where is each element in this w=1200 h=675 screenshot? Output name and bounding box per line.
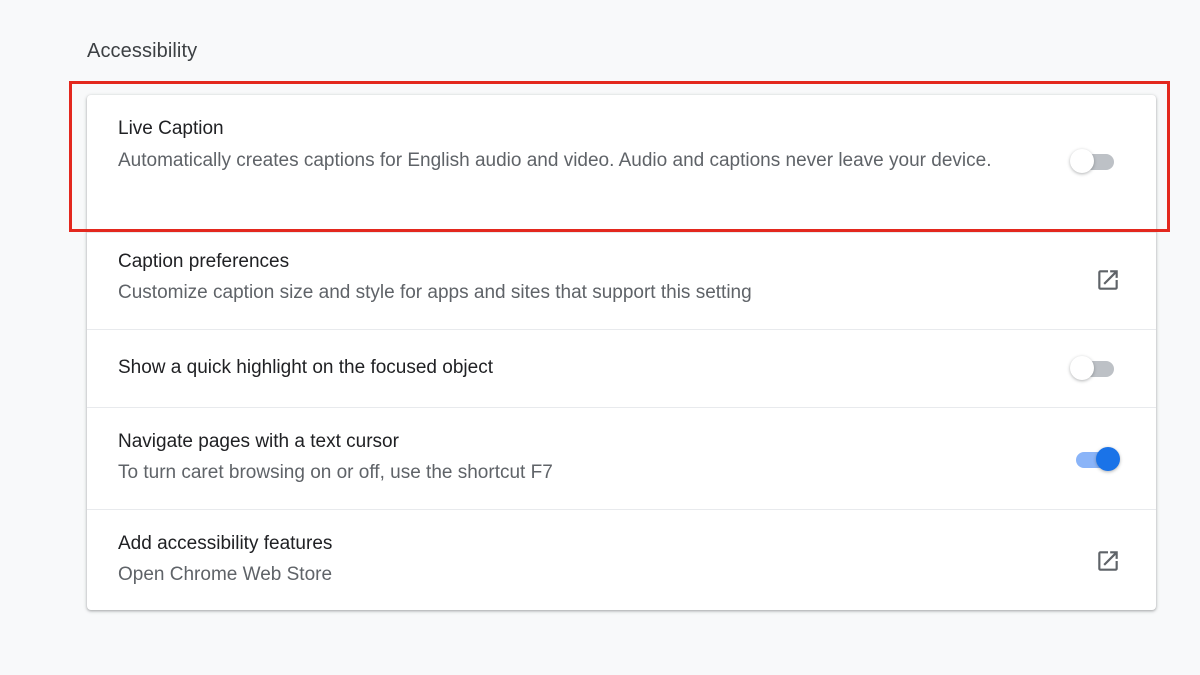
toggle-knob [1070, 149, 1094, 173]
live-caption-toggle[interactable] [1070, 148, 1118, 174]
setting-text: Live Caption Automatically creates capti… [118, 117, 1018, 176]
setting-title: Navigate pages with a text cursor [118, 431, 399, 452]
caret-browsing-toggle[interactable] [1072, 446, 1120, 472]
setting-text: Show a quick highlight on the focused ob… [118, 356, 493, 380]
setting-description: To turn caret browsing on or off, use th… [118, 462, 553, 483]
setting-row-caret-browsing[interactable]: Navigate pages with a text cursor To tur… [87, 407, 1156, 509]
toggle-knob [1070, 356, 1094, 380]
toggle-knob [1096, 447, 1120, 471]
setting-text: Navigate pages with a text cursor To tur… [118, 430, 1018, 488]
accessibility-settings-card: Live Caption Automatically creates capti… [87, 95, 1156, 610]
setting-description: Automatically creates captions for Engli… [118, 150, 992, 171]
setting-row-add-accessibility-features[interactable]: Add accessibility features Open Chrome W… [87, 509, 1156, 610]
setting-text: Caption preferences Customize caption si… [118, 250, 1018, 308]
external-link-icon[interactable] [1095, 267, 1121, 293]
setting-text: Add accessibility features Open Chrome W… [118, 532, 1018, 590]
setting-title: Live Caption [118, 118, 224, 139]
external-link-icon[interactable] [1095, 548, 1121, 574]
settings-page: Accessibility Live Caption Automatically… [0, 0, 1200, 675]
setting-row-live-caption[interactable]: Live Caption Automatically creates capti… [87, 95, 1156, 232]
setting-row-caption-preferences[interactable]: Caption preferences Customize caption si… [87, 232, 1156, 329]
setting-description: Customize caption size and style for app… [118, 282, 752, 303]
focus-highlight-toggle[interactable] [1070, 355, 1118, 381]
setting-description: Open Chrome Web Store [118, 564, 333, 585]
setting-row-focus-highlight[interactable]: Show a quick highlight on the focused ob… [87, 329, 1156, 407]
setting-title: Add accessibility features [118, 533, 333, 554]
setting-title: Caption preferences [118, 251, 290, 272]
section-title: Accessibility [87, 40, 198, 62]
setting-title: Show a quick highlight on the focused ob… [118, 357, 493, 378]
